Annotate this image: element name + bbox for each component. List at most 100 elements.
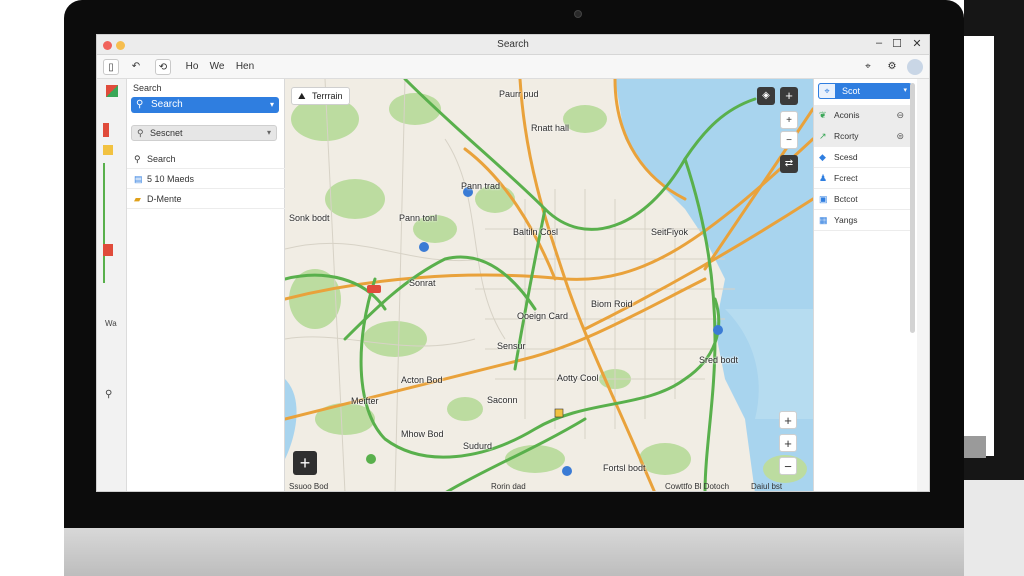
layer-item[interactable]: ▦ Yangs bbox=[814, 210, 910, 231]
layer-item-label: Scesd bbox=[834, 152, 858, 162]
back-icon[interactable]: ↶ bbox=[129, 59, 143, 75]
filter-select-value: Sescnet bbox=[150, 128, 183, 138]
search-icon: ⚲ bbox=[137, 128, 144, 138]
map-attribution: Ssuoo Bod Rorin dad Cowttfo Bl Dotoch Da… bbox=[285, 481, 813, 491]
mountain-icon: ⛰ bbox=[298, 91, 306, 101]
route-icon: ↗ bbox=[819, 131, 827, 141]
layers-dropdown[interactable]: ⌖ Scot ▾ bbox=[818, 83, 912, 99]
toggle-icon[interactable]: ⊖ bbox=[896, 105, 904, 126]
app-window: Search – ☐ ✕ ▯ ↶ ⟲ Ho We Hen ⌖ ⚙ Wa ⚲ Se… bbox=[96, 34, 930, 492]
map-label: Ooeign Card bbox=[517, 311, 569, 321]
scene: Search – ☐ ✕ ▯ ↶ ⟲ Ho We Hen ⌖ ⚙ Wa ⚲ Se… bbox=[0, 0, 1024, 576]
rail-route-line bbox=[103, 163, 107, 283]
layer-item-label: Yangs bbox=[834, 215, 858, 225]
terrain-button[interactable]: ⛰ Terrrain bbox=[291, 87, 350, 105]
scrollbar[interactable] bbox=[910, 83, 915, 333]
layer-item[interactable]: ❦ Aconis ⊖ bbox=[814, 105, 910, 126]
attribution-text: Cowttfo Bl Dotoch bbox=[665, 482, 730, 491]
layer-item[interactable]: ♟ Fcrect bbox=[814, 168, 910, 189]
search-panel: Search ⚲ Search ▾ ⚲ Sescnet ▾ ⚲ Search ▤… bbox=[127, 79, 285, 491]
toolbar-item-hen[interactable]: Hen bbox=[235, 59, 255, 75]
attribution-text: Rorin dad bbox=[491, 482, 526, 491]
location-pin-icon[interactable]: ⌖ bbox=[861, 59, 875, 75]
chevron-down-icon: ▾ bbox=[903, 87, 907, 94]
toggle-icon[interactable]: ⊜ bbox=[896, 126, 904, 147]
layer-item[interactable]: ▣ Bctcot bbox=[814, 189, 910, 210]
map-label: Acton Bod bbox=[401, 375, 443, 385]
map-label: Sudurd bbox=[463, 441, 493, 451]
map-label: Paurr pud bbox=[499, 89, 539, 99]
layers-icon: ◆ bbox=[819, 152, 826, 162]
second-monitor-screen bbox=[964, 36, 994, 456]
maximize-icon[interactable]: ☐ bbox=[889, 37, 905, 50]
layer-item-label: Aconis bbox=[834, 110, 860, 120]
box-icon: ▣ bbox=[819, 194, 828, 204]
search-input[interactable]: ⚲ Search ▾ bbox=[131, 97, 279, 113]
search-icon: ⚲ bbox=[134, 154, 141, 164]
map-label: Sonk bodt bbox=[289, 213, 330, 223]
rail-search-icon[interactable]: ⚲ bbox=[105, 389, 112, 400]
zoom-in-secondary-button[interactable]: + bbox=[779, 434, 797, 452]
list-item-label: 5 10 Maeds bbox=[147, 174, 195, 184]
rail-marker-yellow bbox=[103, 145, 113, 155]
search-result-list: ⚲ Search ▤ 5 10 Maeds ▰ D-Mente bbox=[127, 149, 285, 209]
search-icon: ⚲ bbox=[136, 99, 144, 110]
map-rotate-button[interactable]: − bbox=[780, 131, 798, 149]
location-icon: ⌖ bbox=[818, 83, 836, 99]
layer-item[interactable]: ◆ Scesd bbox=[814, 147, 910, 168]
terrain-button-label: Terrrain bbox=[312, 91, 343, 101]
toolbar-item-ho[interactable]: Ho bbox=[185, 59, 199, 75]
close-icon[interactable]: ✕ bbox=[909, 37, 925, 50]
list-item-label: D-Mente bbox=[147, 194, 182, 204]
maps-logo-icon[interactable] bbox=[106, 85, 118, 97]
map-label: Sred bodt bbox=[699, 355, 739, 365]
map-label: Meifter bbox=[351, 396, 379, 406]
rail-marker-red bbox=[103, 123, 109, 137]
map-label: Sensur bbox=[497, 341, 526, 351]
leaf-icon: ❦ bbox=[819, 110, 827, 120]
profile-avatar[interactable] bbox=[907, 59, 923, 75]
zoom-in-button[interactable]: + bbox=[779, 411, 797, 429]
map-icon: ▦ bbox=[819, 215, 828, 225]
layers-panel: ⌖ Scot ▾ ❦ Aconis ⊖ ↗ Rcorty ⊜ ◆ Scesd ♟… bbox=[813, 79, 917, 491]
directions-icon[interactable]: ⇄ bbox=[780, 155, 798, 173]
compass-icon[interactable]: ⟲ bbox=[155, 59, 171, 75]
attribution-text: Daiul bst bbox=[751, 482, 783, 491]
expand-map-button[interactable]: + bbox=[780, 87, 798, 105]
map-label: Mhow Bod bbox=[401, 429, 444, 439]
add-place-button[interactable]: + bbox=[293, 451, 317, 475]
map-canvas[interactable]: Paurr pud Rnatt hall Pann trad Sonk bodt… bbox=[285, 79, 813, 491]
folder-icon: ▰ bbox=[134, 194, 141, 204]
toolbar-item-we[interactable]: We bbox=[209, 59, 225, 75]
layer-item-label: Fcrect bbox=[834, 173, 858, 183]
map-label: Biom Roid bbox=[591, 299, 633, 309]
layers-icon[interactable]: ◈ bbox=[757, 87, 775, 105]
map-label: Baltiln Cosl bbox=[513, 227, 559, 237]
map-label: Pann trad bbox=[461, 181, 501, 191]
map-zoom-out-top[interactable]: + bbox=[780, 111, 798, 129]
layer-item[interactable]: ↗ Rcorty ⊜ bbox=[814, 126, 910, 147]
sidebar-toggle-icon[interactable]: ▯ bbox=[103, 59, 119, 75]
title-bar: Search – ☐ ✕ bbox=[97, 35, 929, 55]
list-item[interactable]: ▤ 5 10 Maeds bbox=[127, 169, 285, 189]
attribution-text: Ssuoo Bod bbox=[289, 482, 329, 491]
zoom-out-button[interactable]: − bbox=[779, 457, 797, 475]
list-icon: ▤ bbox=[134, 174, 143, 184]
chevron-down-icon: ▾ bbox=[269, 100, 274, 109]
map-label: Sonrat bbox=[409, 278, 436, 288]
map-graphics bbox=[285, 79, 813, 491]
map-label: Rnatt hall bbox=[531, 123, 570, 133]
chevron-down-icon: ▾ bbox=[266, 128, 271, 137]
minimize-icon[interactable]: – bbox=[871, 37, 887, 49]
rail-label: Wa bbox=[105, 319, 117, 328]
layer-item-label: Rcorty bbox=[834, 131, 859, 141]
list-item[interactable]: ▰ D-Mente bbox=[127, 189, 285, 209]
list-item-label: Search bbox=[147, 154, 176, 164]
monitor-chin bbox=[64, 528, 964, 576]
list-item[interactable]: ⚲ Search bbox=[127, 149, 285, 169]
second-monitor bbox=[964, 0, 1024, 576]
rail-marker-flag bbox=[103, 244, 113, 256]
filter-select[interactable]: ⚲ Sescnet ▾ bbox=[131, 125, 277, 141]
search-input-value: Search bbox=[151, 99, 183, 110]
settings-icon[interactable]: ⚙ bbox=[885, 59, 899, 75]
